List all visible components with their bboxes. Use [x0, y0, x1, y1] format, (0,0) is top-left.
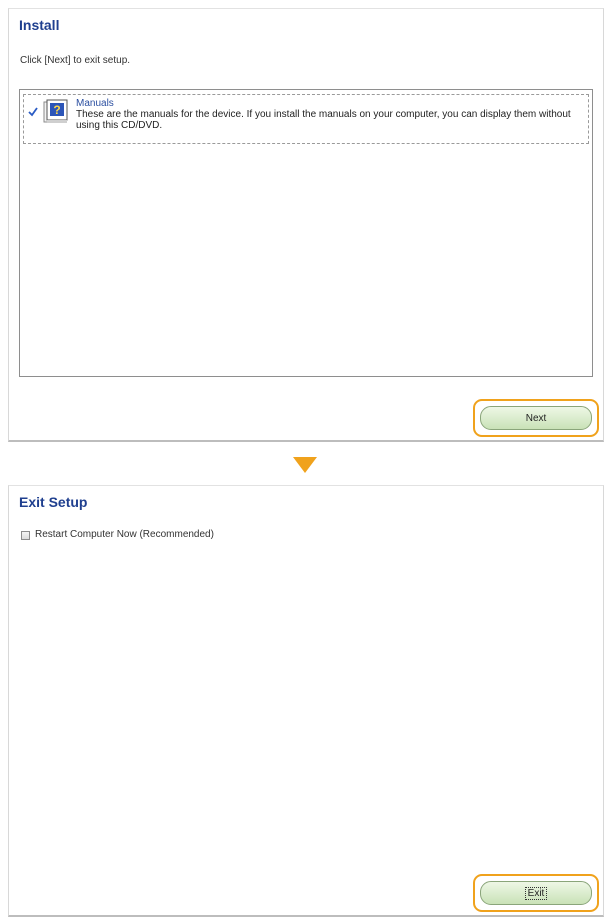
list-item-manuals[interactable]: ? Manuals These are the manuals for the … — [23, 94, 589, 144]
install-list: ? Manuals These are the manuals for the … — [19, 89, 593, 377]
item-description: These are the manuals for the device. If… — [76, 109, 571, 131]
install-panel: Install Click [Next] to exit setup. ? Ma… — [8, 8, 604, 442]
next-button[interactable]: Next — [480, 406, 592, 430]
next-button-label: Next — [525, 412, 547, 424]
restart-checkbox[interactable] — [21, 531, 30, 540]
item-name: Manuals — [76, 98, 114, 109]
install-title: Install — [19, 17, 60, 33]
manual-book-icon: ? — [43, 99, 68, 123]
install-instruction: Click [Next] to exit setup. — [20, 55, 131, 66]
exit-button[interactable]: Exit — [480, 881, 592, 905]
exit-button-highlight: Exit — [473, 874, 599, 912]
svg-text:?: ? — [53, 103, 60, 117]
exit-setup-panel: Exit Setup Restart Computer Now (Recomme… — [8, 485, 604, 917]
down-arrow-icon — [293, 457, 317, 473]
exit-setup-title: Exit Setup — [19, 494, 88, 510]
checkmark-icon[interactable] — [28, 107, 38, 117]
next-button-highlight: Next — [473, 399, 599, 437]
exit-button-label: Exit — [524, 886, 548, 900]
restart-checkbox-label[interactable]: Restart Computer Now (Recommended) — [35, 529, 214, 540]
